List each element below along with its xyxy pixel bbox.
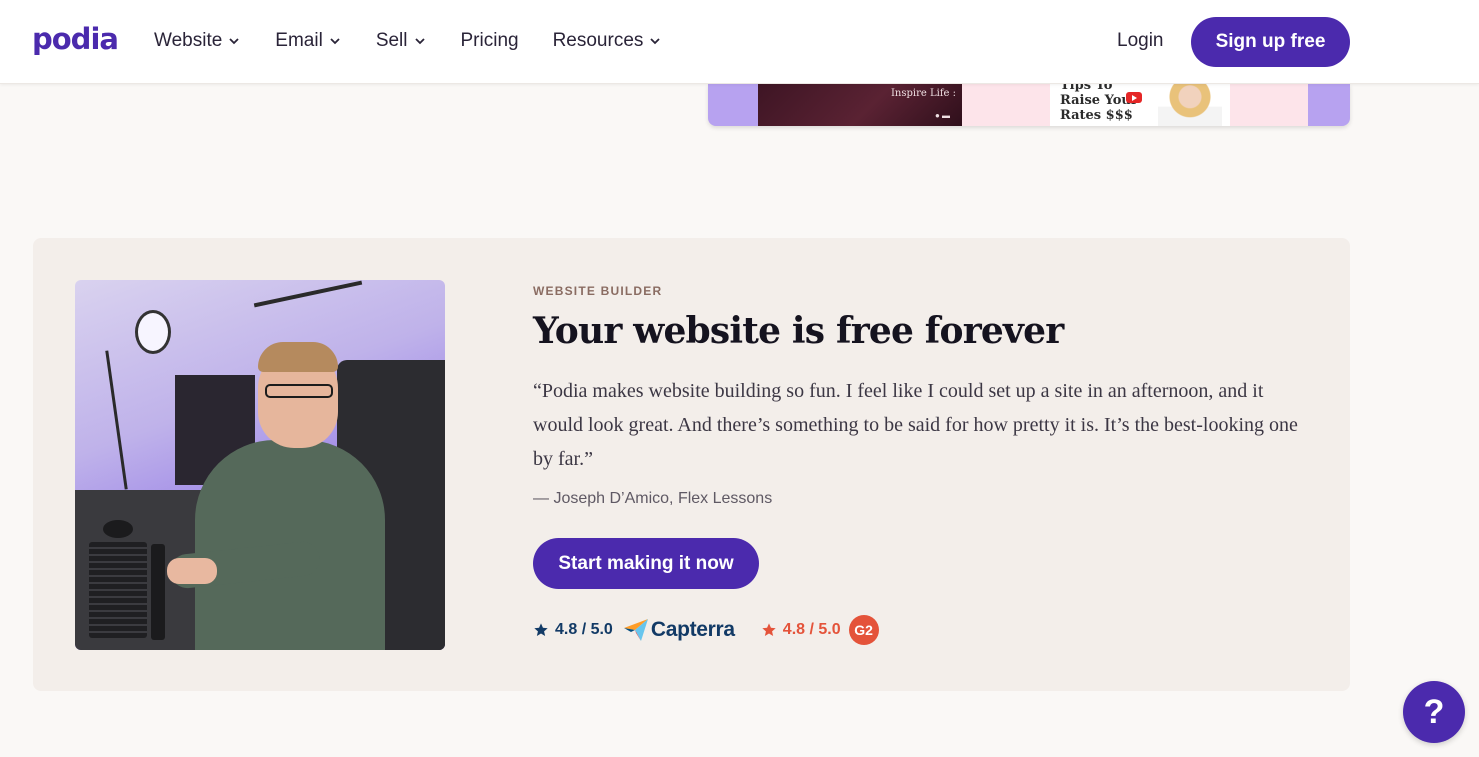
website-builder-card: WEBSITE BUILDER Your website is free for… <box>33 238 1350 691</box>
nav-item-email[interactable]: Email <box>275 30 342 52</box>
help-button[interactable]: ? <box>1403 681 1465 743</box>
photo-keyboard <box>89 542 147 638</box>
testimonial-quote: “Podia makes website building so fun. I … <box>533 380 1298 470</box>
photo-mouse <box>103 520 133 538</box>
chevron-down-icon <box>229 38 239 45</box>
nav-item-sell[interactable]: Sell <box>376 30 427 52</box>
rating-score: 4.8 / 5.0 <box>555 621 613 638</box>
primary-nav: Website Email Sell Pricing Resources <box>154 30 696 52</box>
testimonial-attribution: — Joseph D’Amico, Flex Lessons <box>533 490 773 507</box>
photo-wrist-rest <box>151 544 165 640</box>
chevron-down-icon <box>414 38 425 45</box>
photo-person-hair <box>258 342 338 372</box>
photo-ring-light <box>135 310 171 354</box>
photo-light-stand <box>105 350 128 490</box>
feature-content: WEBSITE BUILDER Your website is free for… <box>533 284 1313 645</box>
top-navigation: podia Website Email Sell Pricing Resourc… <box>0 0 1479 84</box>
nav-item-label: Resources <box>552 30 644 51</box>
chevron-down-icon <box>650 38 661 45</box>
rating-score: 4.8 / 5.0 <box>782 621 841 638</box>
youtube-icon <box>1126 92 1142 103</box>
nav-item-label: Pricing <box>460 30 519 51</box>
star-icon <box>534 623 548 636</box>
nav-item-label: Website <box>154 30 223 51</box>
photo-mic-arm <box>253 280 363 308</box>
preview-dark-text: Inspire Life : <box>890 88 956 99</box>
capterra-icon <box>623 619 648 641</box>
podia-logo[interactable]: podia <box>32 22 119 56</box>
section-eyebrow: WEBSITE BUILDER <box>533 284 663 298</box>
testimonial-photo <box>75 280 445 650</box>
nav-item-label: Email <box>275 30 323 51</box>
photo-person-hand <box>167 558 217 584</box>
nav-item-pricing[interactable]: Pricing <box>461 30 519 52</box>
nav-item-website[interactable]: Website <box>154 30 241 52</box>
sign-up-button[interactable]: Sign up free <box>1191 17 1350 67</box>
nav-item-resources[interactable]: Resources <box>553 30 663 52</box>
capterra-logo[interactable]: Capterra <box>623 618 735 642</box>
ratings-row: 4.8 / 5.0 Capterra 4.8 / 5.0 G2 <box>533 615 1313 645</box>
site-preview-image: Inspire Life : ● ▬ Tips To Raise Your Ra… <box>708 84 1350 126</box>
preview-video-card: Tips To Raise Your Rates $$$ <box>1050 84 1230 126</box>
preview-dark-panel: Inspire Life : ● ▬ <box>758 84 962 126</box>
social-icons: ● ▬ <box>934 111 950 120</box>
start-making-button[interactable]: Start making it now <box>533 538 759 589</box>
preview-person-image <box>1158 84 1222 126</box>
preview-card-text: Tips To Raise Your Rates $$$ <box>1060 84 1138 123</box>
chevron-down-icon <box>330 38 340 45</box>
photo-person-glasses <box>265 384 333 398</box>
nav-item-label: Sell <box>375 30 408 51</box>
capterra-rating: 4.8 / 5.0 <box>533 621 613 639</box>
login-link[interactable]: Login <box>1117 30 1164 52</box>
capterra-wordmark: Capterra <box>650 618 735 641</box>
g2-logo[interactable]: G2 <box>848 615 879 645</box>
g2-rating: 4.8 / 5.0 <box>761 621 841 639</box>
section-headline: Your website is free forever <box>533 310 1064 352</box>
star-icon <box>762 623 776 636</box>
